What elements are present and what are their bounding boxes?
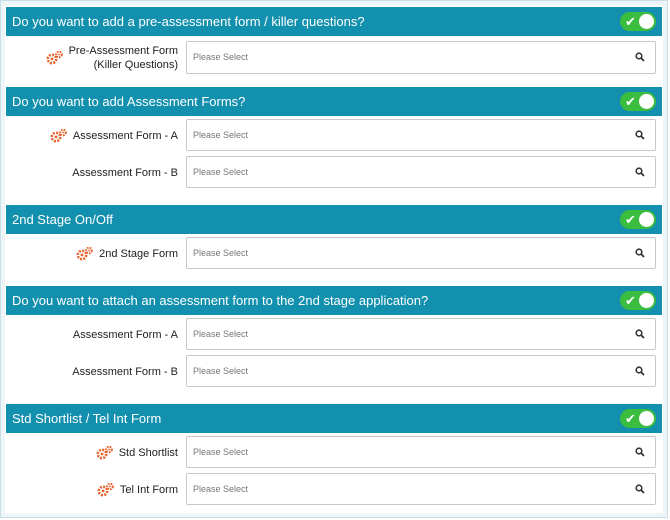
toggle-knob — [639, 14, 654, 29]
toggle-switch[interactable]: ✔ — [620, 409, 656, 428]
gear-icon[interactable] — [96, 445, 114, 461]
section-header: Do you want to attach an assessment form… — [6, 286, 662, 315]
search-icon[interactable] — [635, 366, 645, 376]
toggle-switch[interactable]: ✔ — [620, 291, 656, 310]
field-label: Assessment Form - B — [72, 365, 178, 378]
select-placeholder: Please Select — [193, 167, 249, 177]
section-title: Std Shortlist / Tel Int Form — [12, 411, 162, 426]
check-icon: ✔ — [625, 293, 636, 308]
field-label: Std Shortlist — [118, 446, 178, 459]
section-2nd-stage-assessment: Do you want to attach an assessment form… — [6, 286, 662, 390]
section-header: 2nd Stage On/Off ✔ — [6, 205, 662, 234]
toggle-knob — [639, 293, 654, 308]
form-row: Assessment Form - B Please Select — [6, 353, 662, 390]
select-placeholder: Please Select — [193, 130, 249, 140]
section-shortlist-telint: Std Shortlist / Tel Int Form ✔ Std Short… — [6, 404, 662, 508]
field-label: 2nd Stage Form — [99, 247, 178, 260]
section-assessment-forms: Do you want to add Assessment Forms? ✔ A… — [6, 87, 662, 191]
field-label-line1: Pre-Assessment Form — [68, 45, 178, 57]
form-panel-inner: Do you want to add a pre-assessment form… — [5, 5, 663, 513]
search-icon[interactable] — [635, 329, 645, 339]
select-placeholder: Please Select — [193, 248, 249, 258]
field-label: Pre-Assessment Form (Killer Questions) — [69, 44, 184, 72]
section-header: Do you want to add a pre-assessment form… — [6, 7, 662, 36]
label-area: Assessment Form - B — [6, 353, 184, 390]
select-placeholder: Please Select — [193, 366, 249, 376]
field-label: Assessment Form - A — [72, 129, 178, 142]
field-label-line2: (Killer Questions) — [93, 59, 178, 71]
check-icon: ✔ — [625, 212, 636, 227]
search-icon[interactable] — [635, 484, 645, 494]
form-row: Std Shortlist Please Select — [6, 434, 662, 471]
toggle-knob — [639, 411, 654, 426]
section-title: Do you want to add Assessment Forms? — [12, 94, 246, 109]
form-row: Assessment Form - A Please Select — [6, 117, 662, 154]
2nd-stage-assessment-form-a-select[interactable]: Please Select — [186, 318, 656, 350]
toggle-knob — [639, 94, 654, 109]
assessment-form-a-select[interactable]: Please Select — [186, 119, 656, 151]
std-shortlist-select[interactable]: Please Select — [186, 436, 656, 468]
select-placeholder: Please Select — [193, 52, 249, 62]
form-row: Assessment Form - B Please Select — [6, 154, 662, 191]
search-icon[interactable] — [635, 248, 645, 258]
search-icon[interactable] — [635, 447, 645, 457]
section-title: Do you want to attach an assessment form… — [12, 293, 429, 308]
check-icon: ✔ — [625, 94, 636, 109]
search-icon[interactable] — [635, 52, 645, 62]
tel-int-form-select[interactable]: Please Select — [186, 473, 656, 505]
gear-icon[interactable] — [76, 246, 94, 262]
section-pre-assessment: Do you want to add a pre-assessment form… — [6, 7, 662, 77]
label-area: Tel Int Form — [6, 471, 184, 508]
gear-icon[interactable] — [97, 482, 115, 498]
section-title: 2nd Stage On/Off — [12, 212, 113, 227]
toggle-knob — [639, 212, 654, 227]
check-icon: ✔ — [625, 14, 636, 29]
label-area: Assessment Form - A — [6, 316, 184, 353]
form-row: Tel Int Form Please Select — [6, 471, 662, 508]
search-icon[interactable] — [635, 130, 645, 140]
label-area: Std Shortlist — [6, 434, 184, 471]
label-area: Assessment Form - A — [6, 117, 184, 154]
2nd-stage-form-select[interactable]: Please Select — [186, 237, 656, 269]
label-area: Pre-Assessment Form (Killer Questions) — [6, 39, 184, 77]
search-icon[interactable] — [635, 167, 645, 177]
toggle-switch[interactable]: ✔ — [620, 210, 656, 229]
label-area: Assessment Form - B — [6, 154, 184, 191]
2nd-stage-assessment-form-b-select[interactable]: Please Select — [186, 355, 656, 387]
field-label: Tel Int Form — [119, 483, 178, 496]
form-row: Pre-Assessment Form (Killer Questions) P… — [6, 39, 662, 77]
gear-icon[interactable] — [46, 50, 64, 66]
section-title: Do you want to add a pre-assessment form… — [12, 14, 365, 29]
section-2nd-stage: 2nd Stage On/Off ✔ 2nd Stage Form Please… — [6, 205, 662, 272]
field-label: Assessment Form - A — [72, 328, 178, 341]
form-row: Assessment Form - A Please Select — [6, 316, 662, 353]
check-icon: ✔ — [625, 411, 636, 426]
select-placeholder: Please Select — [193, 329, 249, 339]
form-row: 2nd Stage Form Please Select — [6, 235, 662, 272]
assessment-form-b-select[interactable]: Please Select — [186, 156, 656, 188]
label-area: 2nd Stage Form — [6, 235, 184, 272]
select-placeholder: Please Select — [193, 447, 249, 457]
toggle-switch[interactable]: ✔ — [620, 12, 656, 31]
section-header: Do you want to add Assessment Forms? ✔ — [6, 87, 662, 116]
field-label: Assessment Form - B — [72, 166, 178, 179]
pre-assessment-form-select[interactable]: Please Select — [186, 41, 656, 74]
form-panel: Do you want to add a pre-assessment form… — [0, 0, 668, 518]
toggle-switch[interactable]: ✔ — [620, 92, 656, 111]
section-header: Std Shortlist / Tel Int Form ✔ — [6, 404, 662, 433]
gear-icon[interactable] — [50, 128, 68, 144]
select-placeholder: Please Select — [193, 484, 249, 494]
